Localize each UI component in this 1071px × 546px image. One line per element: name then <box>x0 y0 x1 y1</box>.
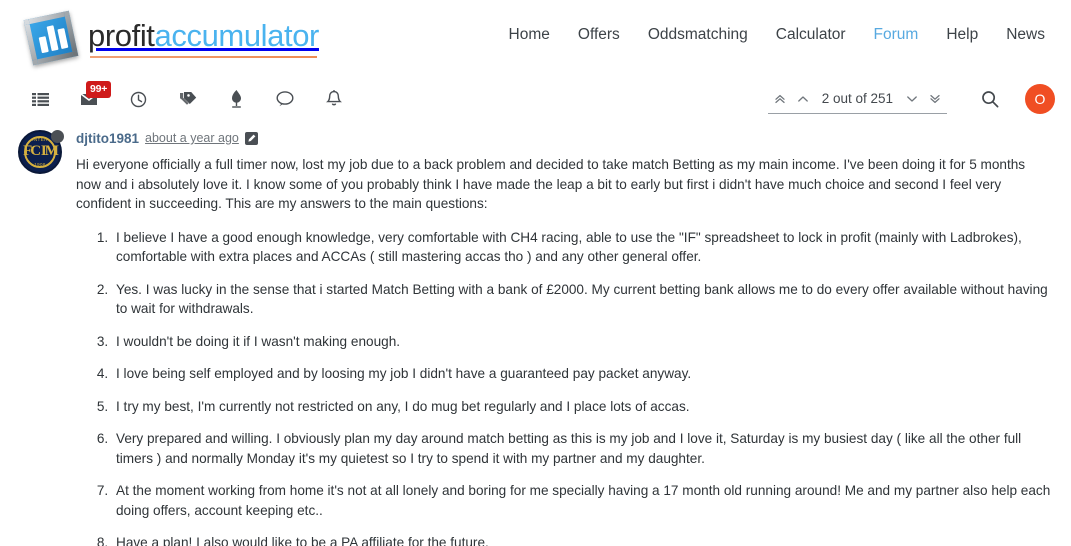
edit-pencil-icon[interactable] <box>244 131 258 145</box>
post-intro-text: Hi everyone officially a full timer now,… <box>76 157 1026 211</box>
main-navigation: Home Offers Oddsmatching Calculator Foru… <box>509 26 1045 44</box>
list-item: I love being self employed and by loosin… <box>112 364 1053 384</box>
speech-bubble-icon[interactable] <box>275 88 295 110</box>
post-meta: djtito1981 about a year ago <box>76 130 1053 146</box>
toolbar-right-group: 2 out of 251 O <box>767 76 1055 122</box>
bell-icon[interactable] <box>324 88 344 110</box>
user-avatar[interactable]: O <box>1025 84 1055 114</box>
list-item: Yes. I was lucky in the sense that i sta… <box>112 280 1053 319</box>
nav-item-calculator[interactable]: Calculator <box>776 26 846 44</box>
list-item: Have a plan! I also would like to be a P… <box>112 533 1053 546</box>
list-icon[interactable] <box>30 88 50 110</box>
list-item: I wouldn't be doing it if I wasn't makin… <box>112 332 1053 352</box>
chevron-up-icon[interactable] <box>797 93 809 105</box>
list-item: At the moment working from home it's not… <box>112 481 1053 520</box>
list-item: I believe I have a good enough knowledge… <box>112 228 1053 267</box>
forum-toolbar: 99+ 2 out of 251 O <box>0 76 1071 122</box>
brand-underline <box>90 56 317 58</box>
list-item: Very prepared and willing. I obviously p… <box>112 429 1053 468</box>
mail-icon[interactable]: 99+ <box>79 81 112 110</box>
nav-item-news[interactable]: News <box>1006 26 1045 44</box>
brand-word-profit: profit <box>88 18 155 53</box>
nav-item-offers[interactable]: Offers <box>578 26 620 44</box>
nav-item-home[interactable]: Home <box>509 26 550 44</box>
post-author-link[interactable]: djtito1981 <box>76 131 139 146</box>
pagination-label[interactable]: 2 out of 251 <box>820 91 895 106</box>
list-item: I try my best, I'm currently not restric… <box>112 397 1053 417</box>
mail-unread-badge: 99+ <box>86 81 112 98</box>
avatar[interactable]: INTER FC IM 1908 <box>18 130 64 174</box>
double-chevron-up-icon[interactable] <box>774 93 786 105</box>
flame-icon[interactable] <box>226 88 246 110</box>
toolbar-icon-group: 99+ <box>30 81 344 110</box>
nav-item-help[interactable]: Help <box>946 26 978 44</box>
brand-wordmark: profitaccumulator <box>88 18 319 58</box>
clock-icon[interactable] <box>128 88 148 110</box>
post-timestamp[interactable]: about a year ago <box>145 131 239 145</box>
search-icon[interactable] <box>981 90 999 108</box>
tags-icon[interactable] <box>177 88 197 110</box>
nav-item-oddsmatching[interactable]: Oddsmatching <box>648 26 748 44</box>
bar-chart-logo-icon <box>22 9 80 67</box>
brand-word-accumulator: accumulator <box>154 18 320 53</box>
double-chevron-down-icon[interactable] <box>929 93 941 105</box>
crest-monogram: FC IM <box>23 143 59 159</box>
status-dot-icon <box>51 130 64 143</box>
post-body: djtito1981 about a year ago Hi everyone … <box>76 130 1053 546</box>
post-answer-list: I believe I have a good enough knowledge… <box>76 228 1053 546</box>
nav-item-forum[interactable]: Forum <box>874 26 919 44</box>
chevron-down-icon[interactable] <box>906 93 918 105</box>
forum-post: INTER FC IM 1908 djtito1981 about a year… <box>0 122 1071 546</box>
crest-bottom-text: 1908 <box>34 162 46 167</box>
post-pagination: 2 out of 251 <box>767 91 947 114</box>
brand-logo-link[interactable]: profitaccumulator <box>22 9 319 67</box>
site-header: profitaccumulator Home Offers Oddsmatchi… <box>0 0 1071 76</box>
